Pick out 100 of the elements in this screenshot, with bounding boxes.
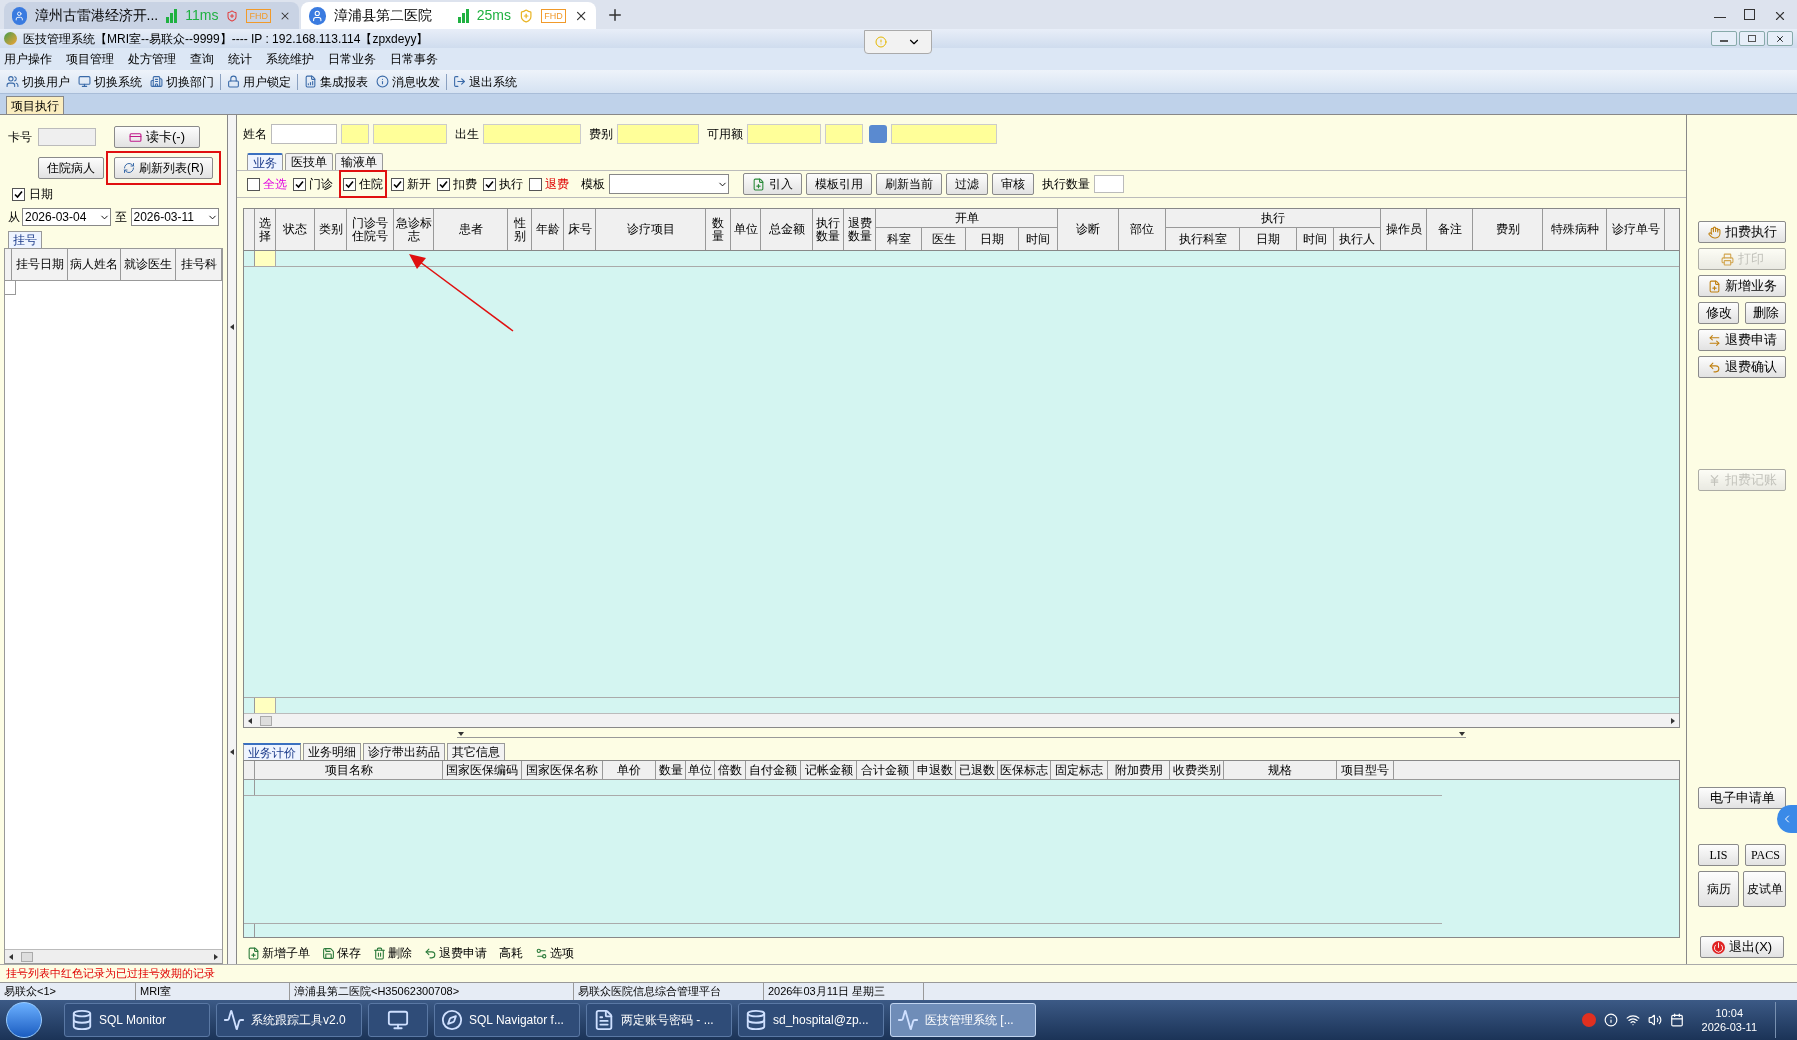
- column-header[interactable]: 附加费用: [1108, 761, 1170, 779]
- network-icon[interactable]: [1625, 1013, 1640, 1027]
- action-button[interactable]: 修改: [1698, 302, 1739, 324]
- menu-item[interactable]: 日常业务: [328, 50, 376, 68]
- taskbar-button[interactable]: sd_hospital@zp...: [738, 1003, 884, 1037]
- volume-icon[interactable]: [1647, 1013, 1662, 1027]
- toolbar-button[interactable]: 保存: [322, 944, 361, 962]
- toolbar-button[interactable]: 切换部门: [148, 72, 216, 91]
- column-header[interactable]: 操作员: [1381, 209, 1427, 250]
- close-button[interactable]: [1767, 31, 1793, 46]
- scroll-right-icon[interactable]: [212, 952, 220, 961]
- action-button[interactable]: 新增业务: [1698, 275, 1786, 297]
- column-header[interactable]: 诊疗单号: [1607, 209, 1665, 250]
- collapse-down-icon[interactable]: [457, 730, 465, 738]
- column-header[interactable]: 记帐金额: [801, 761, 857, 779]
- column-header[interactable]: 数量: [656, 761, 686, 779]
- grid-cell[interactable]: [255, 698, 276, 713]
- input-field[interactable]: [341, 124, 369, 144]
- inpatient-button[interactable]: 住院病人: [38, 157, 104, 179]
- column-header[interactable]: 国家医保名称: [522, 761, 603, 779]
- column-header[interactable]: 收费类别: [1170, 761, 1224, 779]
- column-header[interactable]: 病人姓名: [68, 249, 121, 280]
- column-header[interactable]: 选择: [255, 209, 276, 250]
- column-header[interactable]: 规格: [1224, 761, 1337, 779]
- column-header[interactable]: 国家医保编码: [443, 761, 522, 779]
- toolbar-button[interactable]: 退费申请: [424, 944, 487, 962]
- column-header[interactable]: 门诊号住院号: [347, 209, 394, 250]
- toolbar-button[interactable]: 审核: [992, 173, 1034, 195]
- toolbar-button[interactable]: 切换系统: [76, 72, 144, 91]
- list-tab[interactable]: 挂号: [8, 231, 42, 248]
- toolbar-button[interactable]: 用户锁定: [225, 72, 293, 91]
- scroll-right-icon[interactable]: [1669, 716, 1677, 725]
- checkbox[interactable]: [343, 177, 356, 191]
- column-header[interactable]: 类别: [315, 209, 347, 250]
- input-field[interactable]: [825, 124, 863, 144]
- menu-item[interactable]: 处方管理: [128, 50, 176, 68]
- column-header[interactable]: 医生: [922, 228, 966, 250]
- column-header[interactable]: 费别: [1473, 209, 1543, 250]
- tab[interactable]: 业务明细: [303, 743, 361, 760]
- toolbar-button[interactable]: 退出系统: [451, 72, 519, 91]
- column-header[interactable]: 退费数量: [844, 209, 876, 250]
- column-header[interactable]: 日期: [966, 228, 1019, 250]
- toolbar-button[interactable]: 消息收发: [374, 72, 442, 91]
- taskbar-button[interactable]: SQL Monitor: [64, 1003, 210, 1037]
- column-header[interactable]: 备注: [1427, 209, 1473, 250]
- collapse-left-icon[interactable]: [228, 747, 236, 756]
- checkbox[interactable]: [391, 177, 404, 191]
- checkbox[interactable]: [529, 177, 542, 191]
- template-dropdown[interactable]: [609, 174, 729, 194]
- fee-type-input[interactable]: [617, 124, 699, 144]
- input-field[interactable]: [373, 124, 447, 144]
- column-header[interactable]: 特殊病种: [1543, 209, 1607, 250]
- maximize-icon[interactable]: [1744, 9, 1755, 20]
- toolbar-button[interactable]: 切换用户: [4, 72, 72, 91]
- menu-item[interactable]: 统计: [228, 50, 252, 68]
- column-header[interactable]: 单位: [731, 209, 761, 250]
- exec-quantity-input[interactable]: [1094, 175, 1124, 193]
- column-header[interactable]: 就诊医生: [121, 249, 176, 280]
- restore-button[interactable]: [1739, 31, 1765, 46]
- checkbox[interactable]: [483, 177, 496, 191]
- card-number-input[interactable]: [38, 128, 96, 146]
- column-header[interactable]: 合计金额: [857, 761, 914, 779]
- column-header[interactable]: 床号: [564, 209, 596, 250]
- menu-item[interactable]: 日常事务: [390, 50, 438, 68]
- toolbar-button[interactable]: 高耗: [499, 944, 523, 962]
- toolbar-button[interactable]: 删除: [373, 944, 412, 962]
- column-header[interactable]: 医保标志: [998, 761, 1051, 779]
- taskbar-button[interactable]: [368, 1003, 428, 1037]
- input-field[interactable]: [891, 124, 997, 144]
- refresh-list-button[interactable]: 刷新列表(R): [114, 157, 213, 179]
- date-picker[interactable]: 2026-03-04: [22, 208, 111, 226]
- column-header[interactable]: 时间: [1297, 228, 1334, 250]
- read-card-button[interactable]: 读卡(-): [114, 126, 200, 148]
- column-header[interactable]: 项目型号: [1337, 761, 1394, 779]
- action-button[interactable]: 退费确认: [1698, 356, 1786, 378]
- menu-item[interactable]: 用户操作: [4, 50, 52, 68]
- collapse-left-icon[interactable]: [228, 323, 236, 332]
- toolbar-button[interactable]: 模板引用: [806, 173, 872, 195]
- checkbox[interactable]: [437, 177, 450, 191]
- tab[interactable]: 输液单: [335, 153, 383, 170]
- column-header[interactable]: 执行人: [1334, 228, 1380, 250]
- pacs-button[interactable]: PACS: [1745, 844, 1786, 866]
- toolbar-button[interactable]: 选项: [535, 944, 574, 962]
- exit-button[interactable]: 退出(X): [1700, 936, 1784, 958]
- checkbox[interactable]: [293, 177, 306, 191]
- column-header[interactable]: 科室: [876, 228, 922, 250]
- toolbar-button[interactable]: 新增子单: [247, 944, 310, 962]
- column-header[interactable]: 部位: [1119, 209, 1166, 250]
- column-header[interactable]: 挂号科: [176, 249, 222, 280]
- scrollbar-thumb[interactable]: [260, 715, 272, 726]
- date-picker[interactable]: 2026-03-11: [130, 208, 219, 226]
- toolbar-button[interactable]: 引入: [743, 173, 802, 195]
- toolbar-button[interactable]: 刷新当前: [876, 173, 942, 195]
- column-header[interactable]: 自付金额: [746, 761, 801, 779]
- close-icon[interactable]: [1773, 9, 1787, 23]
- column-header[interactable]: 性别: [508, 209, 532, 250]
- lis-button[interactable]: LIS: [1698, 844, 1739, 866]
- column-header[interactable]: 日期: [1240, 228, 1297, 250]
- column-header[interactable]: 总金额: [761, 209, 813, 250]
- tray-icon[interactable]: [1669, 1013, 1684, 1027]
